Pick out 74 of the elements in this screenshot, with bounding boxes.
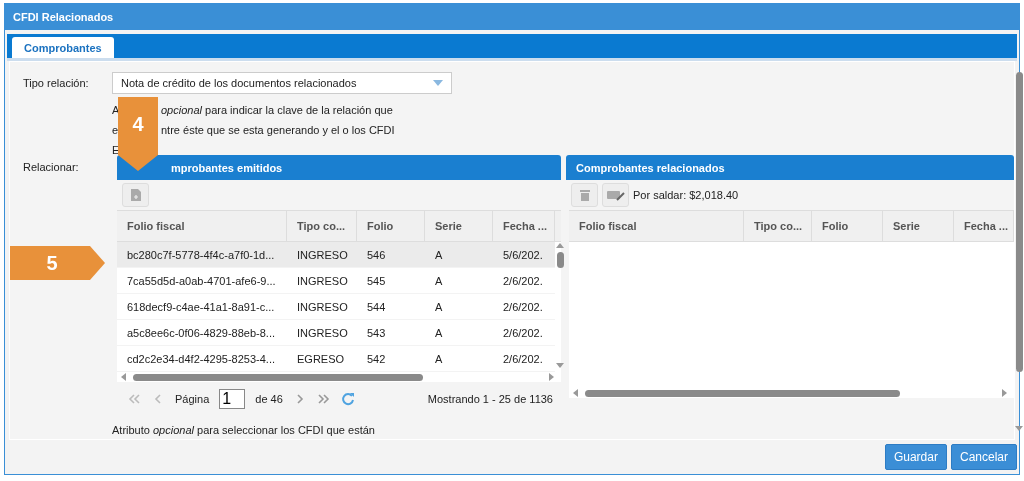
table-cell-text: 5/6/202.	[502, 247, 544, 263]
column-header[interactable]: Folio	[811, 211, 883, 241]
column-header[interactable]: Fecha ...	[954, 211, 1014, 241]
delete-button[interactable]	[571, 183, 598, 207]
table-cell-text: 2/6/202.	[502, 273, 544, 289]
table-cell-text: A	[434, 247, 444, 263]
table-cell-text: 2/6/202.	[502, 351, 544, 367]
column-header[interactable]: Folio fiscal	[117, 211, 287, 241]
table-cell-text: 544	[366, 299, 387, 315]
panel-header: Comprobantes relacionados	[566, 155, 1014, 180]
trash-icon	[579, 189, 590, 201]
scroll-thumb[interactable]	[585, 389, 900, 397]
page-label: Página	[175, 393, 210, 405]
first-page-icon[interactable]	[127, 393, 141, 405]
table-cell-text: INGRESO	[296, 273, 349, 289]
column-header[interactable]: Tipo co...	[743, 211, 812, 241]
page-input[interactable]: 1	[219, 389, 246, 409]
scroll-thumb[interactable]	[1015, 72, 1023, 372]
table-cell-text: A	[434, 273, 444, 289]
table-cell-text: INGRESO	[296, 247, 349, 263]
table-cell-text: 2/6/202.	[502, 299, 544, 315]
scroll-thumb[interactable]	[556, 252, 564, 268]
description-text: e	[112, 123, 120, 137]
window-title: CFDI Relacionados	[13, 11, 114, 23]
description-text: ntre éste que se esta generando y el o los CFDI	[161, 123, 395, 137]
table-cell-text: 618decf9-c4ae-41a1-8a91-c...	[126, 299, 276, 315]
dialog-button[interactable]: Cancelar	[950, 444, 1017, 470]
page-count: de 46	[255, 393, 283, 405]
refresh-icon	[340, 392, 355, 406]
scroll-thumb[interactable]	[133, 373, 423, 381]
paging-info: Mostrando 1 - 25 de 1136	[427, 393, 554, 405]
add-document-icon	[130, 189, 141, 201]
table-cell-text: A	[434, 351, 444, 367]
table-cell-text: EGRESO	[296, 351, 346, 367]
table-cell-text: INGRESO	[296, 325, 349, 341]
table-cell-text: bc280c7f-5778-4f4c-a7f0-1d...	[126, 247, 276, 263]
column-header[interactable]: Folio fiscal	[569, 211, 744, 241]
column-header[interactable]: Serie	[883, 211, 954, 241]
table-cell-text: a5c8ee6c-0f06-4829-88eb-8...	[126, 325, 276, 341]
panel-header: mprobantes emitidos	[117, 155, 561, 180]
table-cell-text: A	[434, 299, 444, 315]
field-label: Relacionar:	[23, 161, 79, 173]
table-row[interactable]: 7ca55d5d-a0ab-4701-afe6-9... INGRESO 545 A 2/6/202.	[117, 268, 555, 294]
column-header[interactable]: Tipo co...	[287, 211, 357, 241]
dropdown-caret-icon	[433, 80, 443, 86]
pencil-tag-icon	[606, 189, 625, 201]
table-cell-text: 543	[366, 325, 387, 341]
table-cell-text: 7ca55d5d-a0ab-4701-afe6-9...	[126, 273, 277, 289]
table-cell-text: cd2c2e34-d4f2-4295-8253-4...	[126, 351, 276, 367]
column-header[interactable]: Serie	[425, 211, 493, 241]
table-row[interactable]: 618decf9-c4ae-41a1-8a91-c... INGRESO 544 A 2/6/202.	[117, 294, 555, 320]
balance-text: Por saldar: $2,018.40	[633, 189, 739, 201]
description-text: E	[112, 143, 120, 157]
dialog-button[interactable]: Guardar	[884, 444, 947, 470]
table-row[interactable]: bc280c7f-5778-4f4c-a7f0-1d... INGRESO 546 A 5/6/202.	[117, 242, 555, 268]
tab[interactable]: Comprobantes	[12, 37, 114, 58]
description-text: opcional para indicar la clave de la relación que	[161, 103, 393, 117]
add-document-button[interactable]	[122, 183, 149, 207]
callout-marker: 5	[10, 246, 105, 280]
column-header[interactable]: Folio	[357, 211, 425, 241]
callout-marker: 4	[118, 97, 158, 171]
relation-type-dropdown[interactable]: Nota de crédito de los documentos relacionados	[112, 72, 452, 94]
table-cell-text: INGRESO	[296, 299, 349, 315]
column-header[interactable]: Fecha ...	[493, 211, 555, 241]
table-cell-text: A	[434, 325, 444, 341]
note-text: Atributo opcional para seleccionar los CFDI que están	[112, 424, 376, 436]
table-cell-text: 546	[366, 247, 387, 263]
table-row[interactable]: a5c8ee6c-0f06-4829-88eb-8... INGRESO 543 A 2/6/202.	[117, 320, 555, 346]
edit-amount-button[interactable]	[602, 183, 629, 207]
table-cell-text: 2/6/202.	[502, 325, 544, 341]
last-page-icon[interactable]	[316, 393, 331, 405]
table-cell-text: 542	[366, 351, 387, 367]
table-cell-text: 545	[366, 273, 387, 289]
field-label: Tipo relación:	[23, 77, 90, 89]
